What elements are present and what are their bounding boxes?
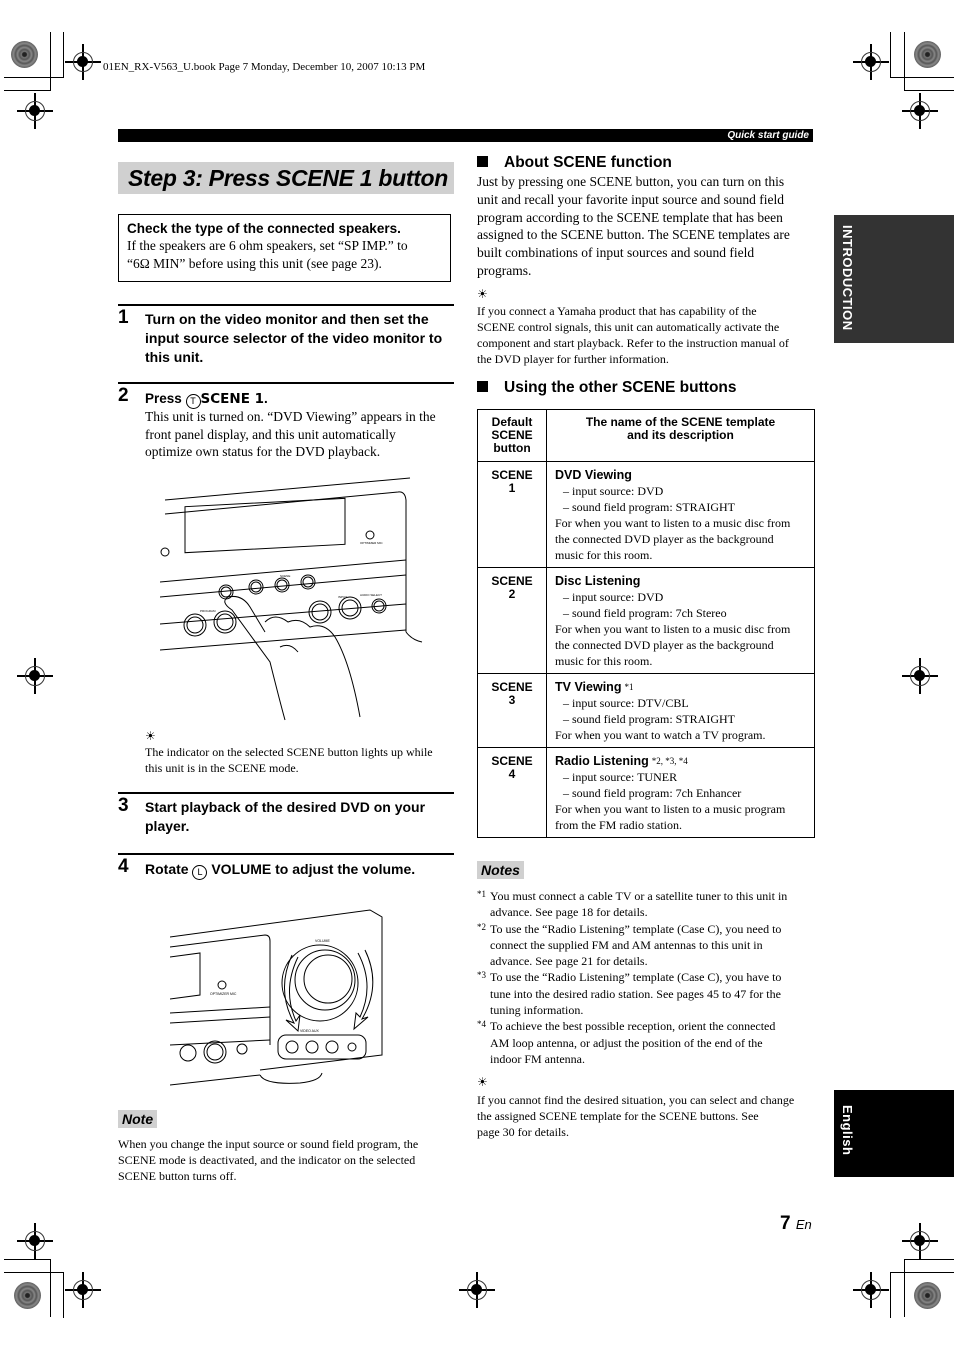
scene-button-illustration: SCENE PROGRAM INPUT AUDIO SELECT OPTIMIZ… [160,477,423,721]
registration-mark [17,658,53,694]
svg-text:VOLUME: VOLUME [315,939,330,943]
scene-template-table: Default SCENE button The name of the SCE… [477,409,815,838]
color-disc-mark [914,1282,941,1309]
step-number: 2 [118,385,129,406]
scene-button-cell: SCENE 3 [477,673,547,748]
about-scene-text: Just by pressing one SCENE button, you c… [477,174,790,278]
table-row: SCENE 2 Disc Listening – input source: DV… [477,567,815,674]
step-number: 4 [118,856,129,877]
scene-button-cell: SCENE 2 [477,567,547,674]
page-title: Step 3: Press SCENE 1 button [128,165,449,191]
notes-list: *1 You must connect a cable TV or a satel… [477,888,817,1067]
step-2-tip-text: The indicator on the selected SCENE butt… [145,745,433,775]
registration-mark [65,1272,101,1308]
color-disc-mark [914,41,941,68]
speaker-check-box: Check the type of the connected speakers… [118,214,451,282]
check-box-text: If the speakers are 6 ohm speakers, set … [127,238,408,271]
column-header: The name of the SCENE template and its d… [546,409,815,462]
step-number: 3 [118,795,129,816]
registration-mark [853,44,889,80]
registration-mark [17,1223,53,1259]
square-bullet-icon [477,381,488,392]
step-text: Turn on the video monitor and then set t… [145,311,443,365]
footnote-item: *2 To use the “Radio Listening” template … [477,921,782,969]
footnote-item: *3 To use the “Radio Listening” template … [477,970,782,1018]
registration-mark [902,93,938,129]
side-tab-english[interactable]: English [834,1090,954,1177]
side-tab-introduction[interactable]: INTRODUCTION [834,215,954,343]
notes-label: Notes [477,861,524,879]
section-bar-label: Quick start guide [727,130,809,141]
table-row: SCENE 3 TV Viewing *1 – input source: DTV… [477,673,815,748]
scene-button-cell: SCENE 4 [477,747,547,838]
step-1: 1 Turn on the video monitor and then set… [118,304,454,376]
tip-lightbulb-icon: ☀ [477,1075,488,1089]
scene-description-cell: TV Viewing *1 – input source: DTV/CBL – … [546,673,815,748]
step-text: Rotate L VOLUME to adjust the volume. [145,860,415,880]
note-label: Note [118,1110,158,1128]
footnote-ref: *2, *3, *4 [651,756,688,766]
file-header: 01EN_RX-V563_U.book Page 7 Monday, Decem… [103,61,426,73]
color-disc-mark [14,1282,41,1309]
note-text: When you change the input source or soun… [118,1137,419,1183]
section-bar: Quick start guide [118,129,813,142]
registration-mark [902,658,938,694]
square-bullet-icon [477,156,488,167]
about-scene-heading: About SCENE function [477,154,672,172]
color-disc-mark [11,41,38,68]
step-body: This unit is turned on. “DVD Viewing” ap… [145,409,436,459]
notes-tip-text: If you cannot find the desired situation… [477,1093,795,1139]
registration-mark [65,44,101,80]
scene-description-cell: Disc Listening – input source: DVD – sou… [546,567,815,674]
step-number: 1 [118,307,129,328]
step-text: Press T SCENE 1. [145,391,268,409]
step-2: 2 Press T SCENE 1. This unit is turned on… [118,382,454,474]
footnote-item: *4 To achieve the best possible reception… [477,1019,776,1066]
svg-text:OPTIMIZER MIC: OPTIMIZER MIC [210,992,237,996]
svg-text:SCENE: SCENE [280,574,290,578]
tip-lightbulb-icon: ☀ [145,729,156,743]
registration-mark [853,1272,889,1308]
step-text: Start playback of the desired DVD on you… [145,799,426,834]
page-title-box: Step 3: Press SCENE 1 button [118,162,454,194]
page-number: 7 En [780,1213,812,1234]
registration-mark [17,93,53,129]
table-row: SCENE 1 DVD Viewing – input source: DVD –… [477,461,815,568]
check-box-title: Check the type of the connected speakers… [127,221,401,236]
svg-text:PROGRAM: PROGRAM [200,609,216,613]
step-3: 3 Start playback of the desired DVD on y… [118,792,454,844]
key-symbol-icon: L [192,865,208,880]
svg-text:AUDIO SELECT: AUDIO SELECT [360,593,382,597]
svg-text:INPUT: INPUT [338,595,347,599]
table-header-row: Default SCENE button The name of the SCE… [477,409,815,462]
scene-button-cell: SCENE 1 [477,461,547,568]
footnote-item: *1 You must connect a cable TV or a satel… [477,889,788,920]
about-scene-tip: If you connect a Yamaha product that has… [477,304,789,366]
step-4: 4 Rotate L VOLUME to adjust the volume. [118,853,454,885]
volume-knob-illustration: VOLUME OPTIMIZER MIC VIDEO AUX [170,909,383,1086]
svg-text:VIDEO AUX: VIDEO AUX [300,1029,320,1033]
key-symbol-icon: T [185,394,201,409]
tip-lightbulb-icon: ☀ [477,287,488,301]
using-scene-heading: Using the other SCENE buttons [477,379,737,397]
scene-description-cell: Radio Listening *2, *3, *4 – input sourc… [546,747,815,838]
footnote-ref: *1 [624,682,634,692]
column-header: Default SCENE button [477,409,547,462]
registration-mark [459,1272,495,1308]
table-row: SCENE 4 Radio Listening *2, *3, *4 – inpu… [477,747,815,838]
svg-text:OPTIMIZER MIC: OPTIMIZER MIC [360,541,383,545]
scene-description-cell: DVD Viewing – input source: DVD – sound … [546,461,815,568]
registration-mark [902,1223,938,1259]
